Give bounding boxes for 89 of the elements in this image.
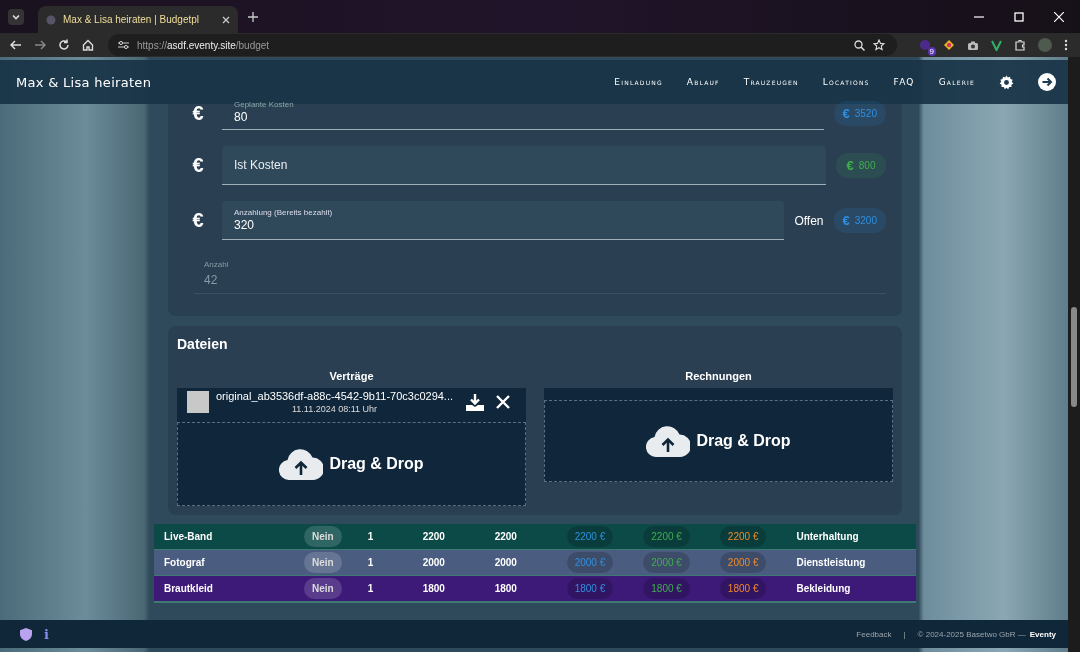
table-cell-text: 2000 [494, 557, 518, 568]
feedback-link[interactable]: Feedback [856, 629, 892, 639]
site-settings-icon[interactable] [118, 40, 129, 50]
drop-zone[interactable]: Drag & Drop [544, 400, 893, 482]
table-cell-text: 2200 [422, 531, 446, 542]
nav-link[interactable]: Trauzeugen [743, 77, 799, 87]
cost-input-field[interactable]: Anzahlung (Bereits bezahlt) 320 [222, 201, 785, 240]
close-icon[interactable] [222, 15, 230, 24]
amount-chip: 2000 € [643, 552, 690, 573]
drop-zone[interactable]: Drag & Drop [177, 422, 526, 506]
amount-chip: 2000 € [566, 552, 614, 573]
table-cell-text: 1800 [494, 583, 518, 594]
maximize-icon[interactable] [1014, 11, 1024, 22]
file-thumbnail [187, 391, 209, 413]
menu-icon[interactable] [1064, 39, 1068, 51]
new-tab-icon[interactable] [248, 11, 258, 22]
browser-tab[interactable]: Max & Lisa heiraten | Budgetpl [38, 6, 238, 33]
amount-chip: 1800 € [719, 578, 767, 599]
budget-row[interactable]: Live-Band Nein 1 2200 2200 2200 € 2200 € 2200 € Unterhaltung [154, 524, 916, 549]
section-title: Dateien [177, 336, 229, 352]
table-cell-text: Fotograf [164, 557, 206, 568]
table-cell-text: 1 [367, 531, 375, 542]
table-cell-text: Live-Band [164, 531, 214, 542]
download-icon[interactable] [466, 393, 484, 411]
table-cell-text: 1800 [422, 583, 446, 594]
reload-icon[interactable] [58, 39, 70, 51]
table-cell-text: 2000 [422, 557, 446, 568]
cost-input-field[interactable]: Ist Kosten [222, 146, 826, 185]
amount-chip: € 3520 [833, 100, 886, 126]
table-cell: Bekleidung [796, 583, 851, 594]
tab-title: Max & Lisa heiraten | Budgetpl [63, 14, 200, 25]
home-icon[interactable] [82, 39, 94, 51]
camera-icon[interactable] [967, 39, 979, 51]
status-chip: Nein [304, 578, 342, 599]
amount-chip: 1800 € [566, 578, 614, 599]
table-cell-text: Brautkleid [164, 583, 214, 594]
puzzle-icon[interactable] [1014, 39, 1026, 51]
amount-chip: € 800 [836, 153, 886, 178]
column-heading: Rechnungen [685, 370, 752, 382]
cloud-upload-icon [279, 448, 324, 480]
table-cell-text: 2200 [494, 531, 518, 542]
nav-link[interactable]: FAQ [893, 77, 915, 87]
budget-row[interactable]: Brautkleid Nein 1 1800 1800 1800 € 1800 € 1800 € Bekleidung [154, 576, 916, 601]
site-title[interactable]: Max & Lisa heiraten [16, 74, 152, 90]
column-heading: Verträge [329, 370, 374, 382]
table-cell: Unterhaltung [796, 531, 859, 542]
status-chip: Nein [304, 552, 342, 573]
euro-sign: € [191, 154, 205, 177]
info-icon[interactable]: i [44, 626, 49, 642]
amount-chip: 2200 € [643, 526, 690, 547]
shield-icon[interactable] [20, 627, 32, 641]
table-cell-text: 1 [367, 557, 375, 568]
back-icon[interactable] [10, 39, 22, 51]
file-name[interactable]: original_ab3536df-a88c-4542-9b11-70c3c0294... [215, 390, 454, 402]
star-icon[interactable] [873, 39, 885, 51]
euro-sign: € [191, 209, 205, 232]
cost-input-field[interactable]: Geplante Kosten 80 [222, 96, 824, 130]
cloud-upload-icon [646, 425, 691, 457]
file-date: 11.11.2024 08:11 Uhr [291, 404, 378, 414]
amount-chip: 2000 € [719, 552, 767, 573]
forward-icon[interactable] [34, 39, 46, 51]
extension-icon[interactable] [943, 39, 955, 51]
table-cell: Dienstleistung [796, 557, 866, 568]
nav-link[interactable]: Locations [822, 77, 870, 87]
nav-link[interactable]: Einladung [614, 77, 663, 87]
open-amount-label: Offen [794, 213, 824, 228]
quantity-field: Anzahl 42 [194, 256, 886, 294]
v-logo-icon[interactable] [991, 39, 1002, 51]
brand-link[interactable]: Eventy [1029, 629, 1056, 639]
nav-link[interactable]: Galerie [938, 77, 975, 87]
copyright-text: © 2024-2025 Basetwo GbR — [917, 629, 1026, 639]
url-text: https://asdf.eventy.site/budget [137, 39, 270, 51]
amount-chip: € 3200 [833, 208, 886, 233]
nav-link[interactable]: Ablauf [686, 77, 720, 87]
amount-chip: 1800 € [643, 578, 690, 599]
favicon-icon [46, 14, 56, 25]
settings-icon[interactable] [999, 74, 1014, 90]
address-bar[interactable]: https://asdf.eventy.site/budget [108, 34, 897, 56]
scrollbar[interactable] [1068, 57, 1080, 652]
separator: | [903, 629, 906, 639]
status-chip: Nein [304, 526, 342, 547]
table-cell-text: 1 [367, 583, 375, 594]
tab-list-button[interactable] [8, 8, 24, 25]
extension-badge: 9 [927, 47, 936, 56]
amount-chip: 2200 € [566, 526, 614, 547]
budget-row[interactable]: Fotograf Nein 1 2000 2000 2000 € 2000 € 2000 € Dienstleistung [154, 550, 916, 575]
amount-chip: 2200 € [719, 526, 767, 547]
zoom-icon[interactable] [854, 39, 865, 51]
euro-sign: € [191, 101, 205, 125]
